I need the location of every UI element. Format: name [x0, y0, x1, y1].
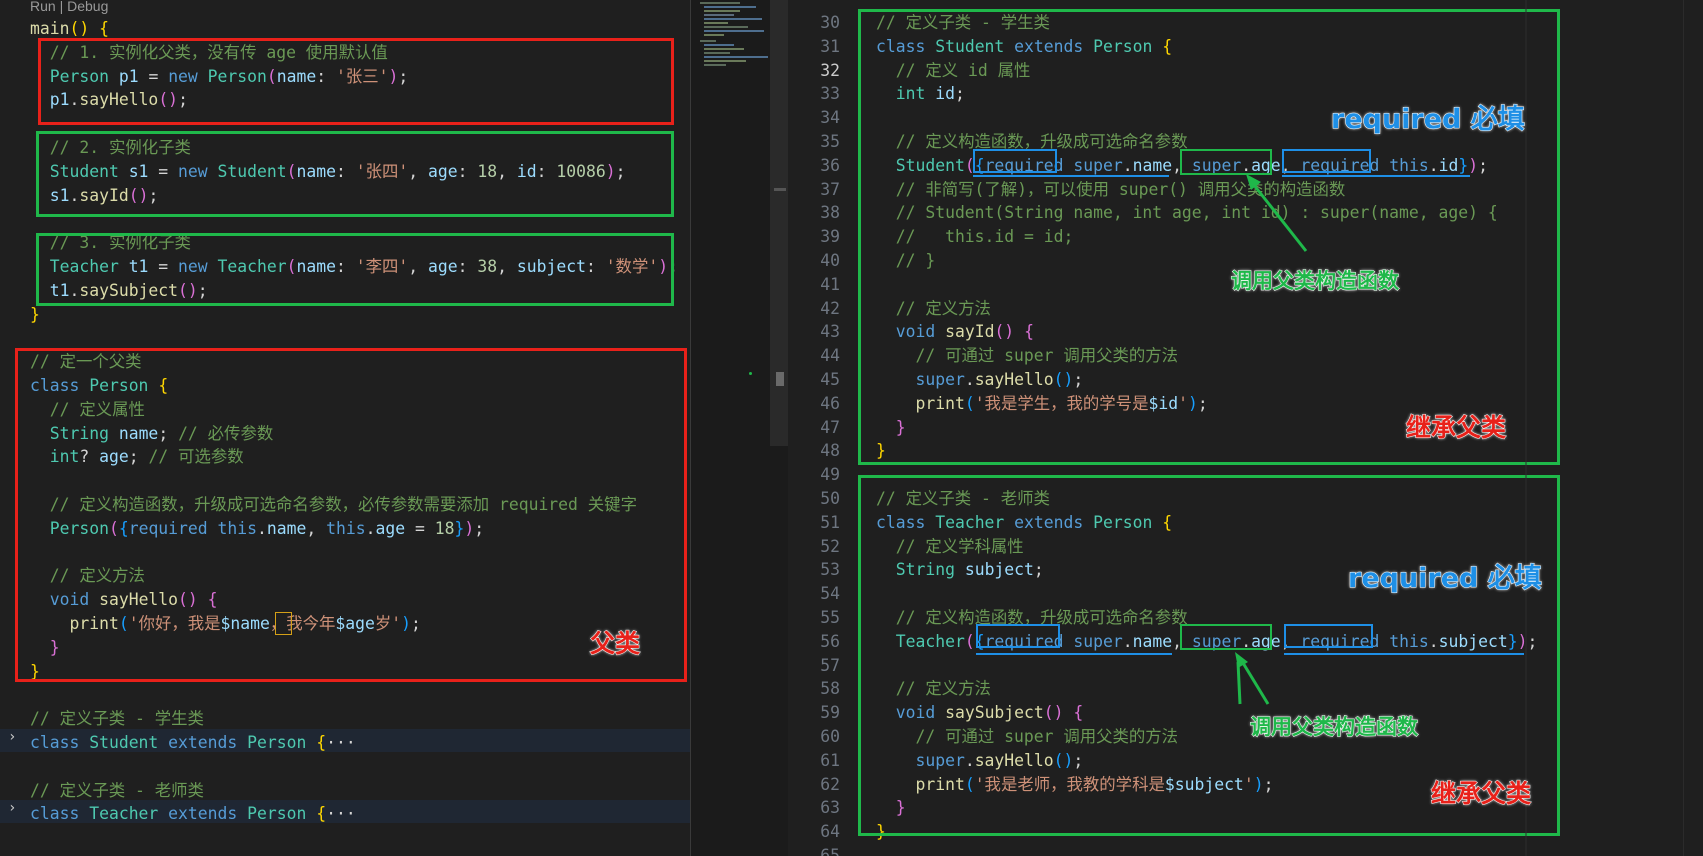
annotation-inherit-student: 继承父类: [1405, 413, 1507, 443]
code-text: // 定义子类 - 学生类: [30, 709, 204, 729]
annotation-arrows: [1235, 0, 1527, 856]
chevron-right-icon[interactable]: ›: [8, 729, 16, 745]
annotation-parent-class: 父类: [589, 629, 641, 659]
left-scrollbar[interactable]: [770, 0, 788, 446]
minimap-dot: [749, 372, 752, 375]
code-text: class Student extends Person {···: [30, 732, 356, 752]
annotation-required-teacher: required 必填: [1348, 563, 1543, 595]
code-line[interactable]: [30, 755, 678, 779]
right-scrollbar[interactable]: [1683, 0, 1703, 856]
code-text: main() {: [30, 19, 109, 38]
box-parent-class: [15, 348, 687, 682]
code-line[interactable]: // 定义子类 - 学生类: [30, 707, 678, 731]
editor-split-divider[interactable]: [690, 0, 691, 856]
annotation-call-parent-ctor-student: 调用父类构造函数: [1231, 269, 1400, 294]
box-instantiate-student: [36, 131, 674, 217]
annotation-required-student: required 必填: [1331, 104, 1526, 136]
box-instantiate-parent: [38, 38, 674, 125]
code-text: class Teacher extends Person {···: [30, 804, 356, 824]
annotation-call-parent-ctor-teacher: 调用父类构造函数: [1250, 715, 1419, 740]
code-line[interactable]: [30, 683, 678, 707]
right-editor[interactable]: 30// 定义子类 - 学生类 31 class Student extends P…: [788, 0, 1703, 856]
code-line[interactable]: class Student extends Person {···: [30, 731, 678, 755]
code-line[interactable]: class Teacher extends Person {···: [30, 802, 678, 826]
box-instantiate-teacher: [36, 233, 674, 306]
code-line[interactable]: // 定义子类 - 老师类: [30, 779, 678, 803]
annotation-inherit-teacher: 继承父类: [1430, 779, 1532, 809]
code-text: }: [30, 304, 40, 324]
code-text: // 定义子类 - 老师类: [30, 780, 204, 800]
chevron-right-icon[interactable]: ›: [8, 800, 16, 816]
codelens-run-debug[interactable]: Run | Debug: [30, 0, 108, 14]
scrollbar-marker: [774, 188, 786, 191]
code-line[interactable]: [30, 326, 678, 350]
code-line[interactable]: }: [30, 303, 678, 327]
scrollbar-thumb[interactable]: [776, 372, 784, 386]
left-editor[interactable]: › › Run | Debug main() { // 1. 实例化父类，没有传…: [0, 0, 690, 856]
selection-highlight: [275, 612, 292, 635]
